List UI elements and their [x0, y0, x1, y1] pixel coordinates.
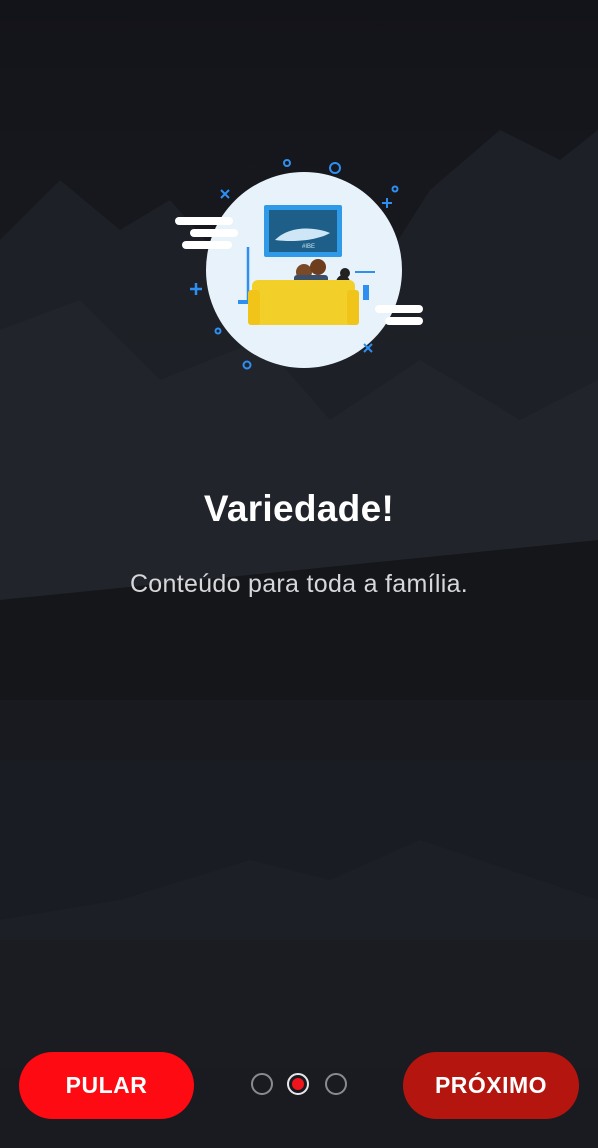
page-dot-3[interactable]	[325, 1073, 347, 1095]
page-dot-1[interactable]	[251, 1073, 273, 1095]
page-indicator	[248, 1073, 350, 1099]
family-watching-tv-illustration: #IBE	[175, 159, 423, 370]
page-title: Variedade!	[203, 488, 395, 529]
onboarding-screen: #IBE Variedade! Conteúdo para toda a fam…	[0, 0, 598, 1148]
tv-screen-text: #IBE	[302, 244, 315, 250]
skip-button[interactable]: PULAR	[19, 1052, 194, 1119]
next-button[interactable]: PRÓXIMO	[403, 1052, 579, 1119]
page-subtitle: Conteúdo para toda a família.	[129, 570, 469, 598]
page-dot-2-active[interactable]	[287, 1073, 309, 1095]
